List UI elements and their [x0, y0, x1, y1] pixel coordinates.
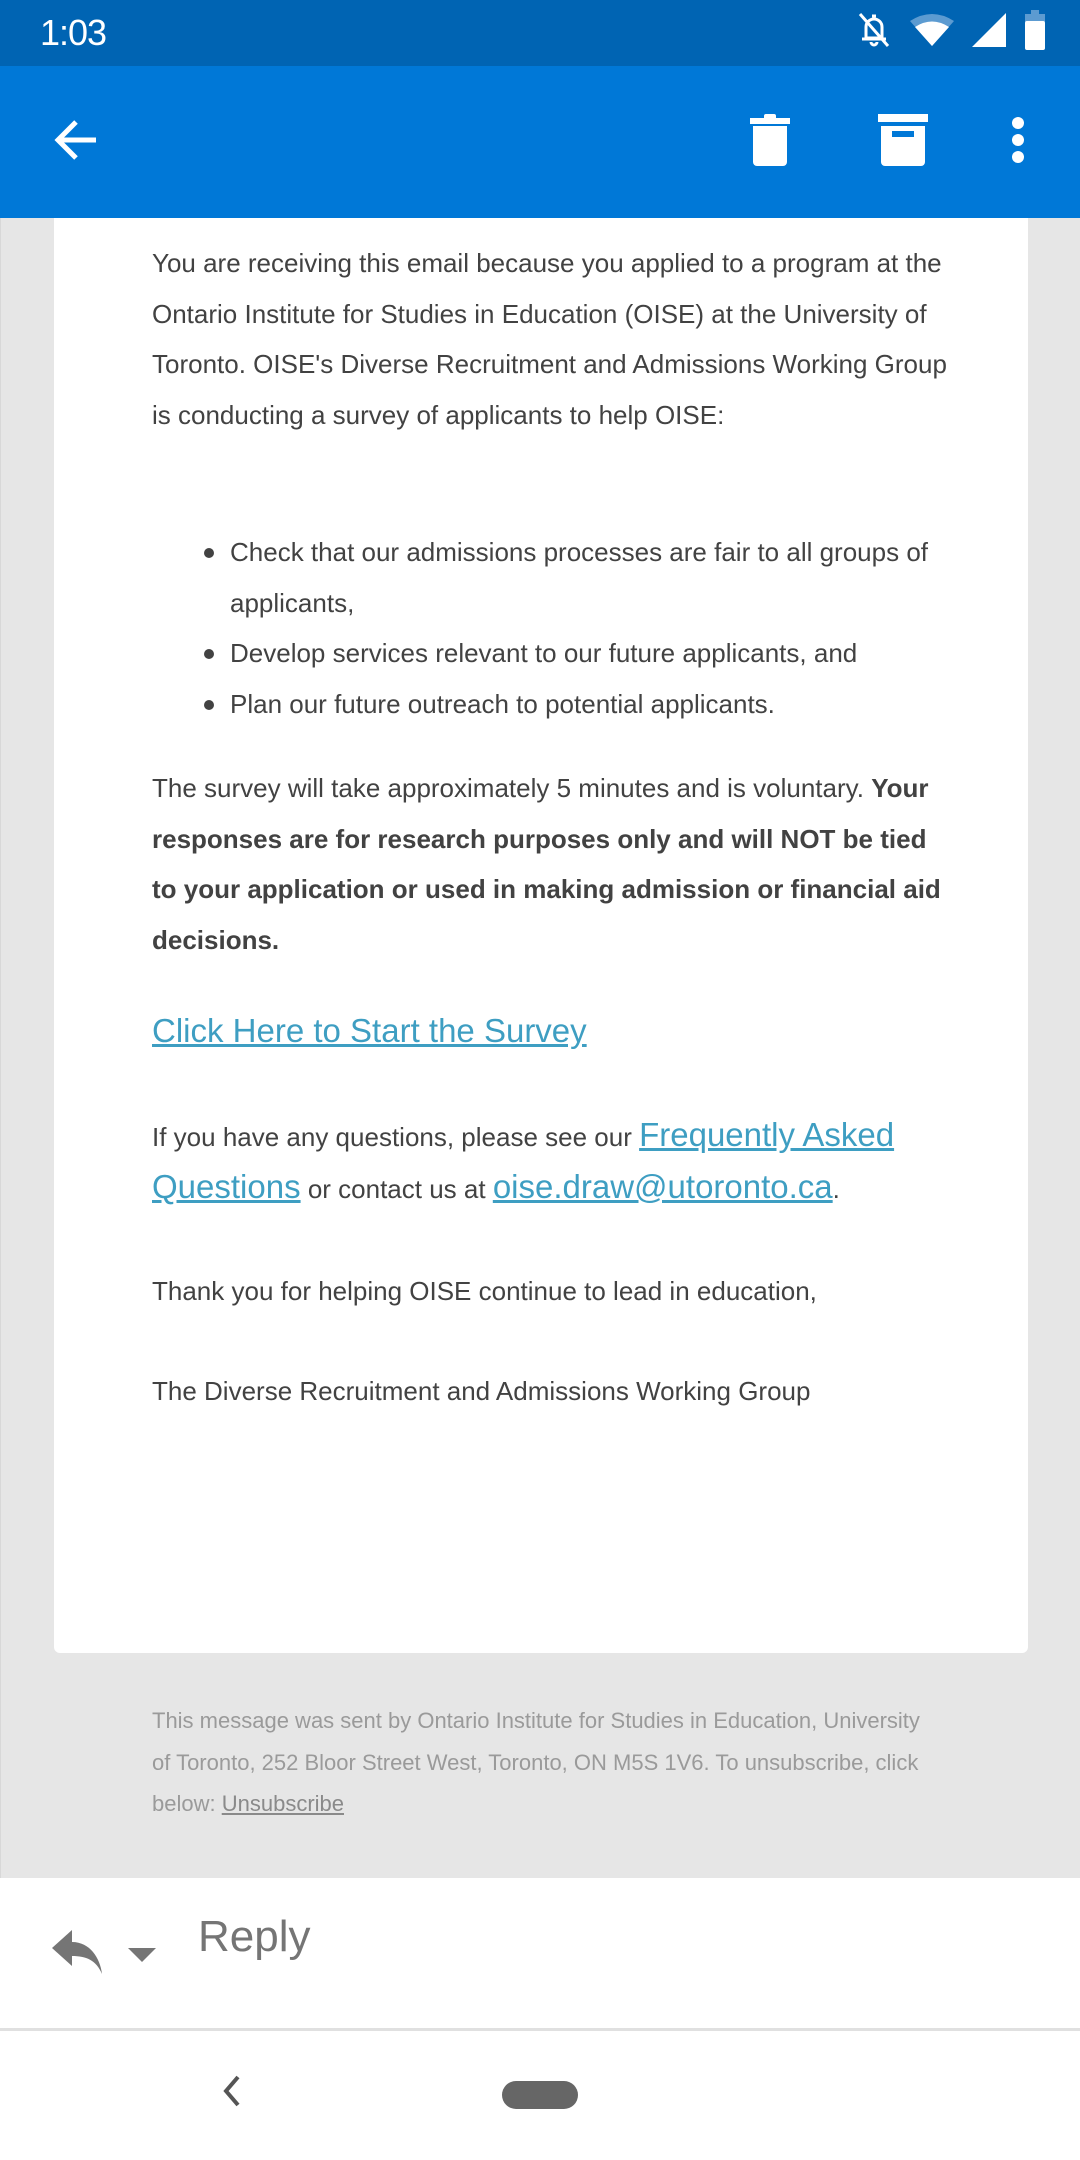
survey-time-text: The survey will take approximately 5 min… [152, 773, 864, 803]
faq-suffix-text: . [832, 1174, 840, 1204]
email-footer: This message was sent by Ontario Institu… [152, 1700, 932, 1825]
delete-button[interactable] [740, 112, 800, 172]
bullet-list: Check that our admissions processes are … [152, 527, 952, 729]
faq-middle-text: or contact us at [300, 1174, 493, 1204]
contact-email-link[interactable]: oise.draw@utoronto.ca [493, 1168, 833, 1205]
signature-text: The Diverse Recruitment and Admissions W… [152, 1376, 811, 1406]
notifications-off-icon [856, 10, 892, 55]
archive-icon [878, 113, 928, 171]
bullet-item: Check that our admissions processes are … [152, 527, 952, 628]
nav-back-button[interactable] [220, 2075, 242, 2112]
reply-button[interactable]: Reply [198, 1912, 311, 1962]
bullet-item: Develop services relevant to our future … [152, 628, 952, 679]
status-icons [856, 9, 1046, 55]
nav-home-pill[interactable] [502, 2081, 578, 2109]
thank-you-text: Thank you for helping OISE continue to l… [152, 1276, 817, 1306]
more-options-button[interactable] [988, 112, 1048, 172]
unsubscribe-link[interactable]: Unsubscribe [222, 1791, 344, 1816]
app-bar [0, 66, 1080, 218]
faq-paragraph: If you have any questions, please see ou… [152, 1110, 972, 1214]
battery-icon [1024, 9, 1046, 55]
trash-icon [750, 113, 790, 171]
reply-options-dropdown[interactable] [128, 1948, 156, 1969]
system-nav-bar [0, 2031, 1080, 2160]
status-time: 1:03 [40, 12, 107, 53]
start-survey-link[interactable]: Click Here to Start the Survey [152, 1012, 587, 1050]
bullet-item: Plan our future outreach to potential ap… [152, 679, 952, 730]
reply-icon[interactable] [52, 1930, 104, 1979]
archive-button[interactable] [873, 112, 933, 172]
back-button[interactable] [46, 112, 106, 172]
status-bar: 1:03 [0, 0, 1080, 66]
survey-info-paragraph: The survey will take approximately 5 min… [152, 763, 952, 965]
wifi-icon [910, 13, 954, 52]
faq-prefix-text: If you have any questions, please see ou… [152, 1122, 640, 1152]
cell-signal-icon [972, 12, 1006, 52]
arrow-left-icon [52, 116, 100, 169]
more-vert-icon [1011, 116, 1025, 169]
intro-paragraph: You are receiving this email because you… [152, 248, 947, 430]
reply-bar: Reply [0, 1878, 1080, 2031]
